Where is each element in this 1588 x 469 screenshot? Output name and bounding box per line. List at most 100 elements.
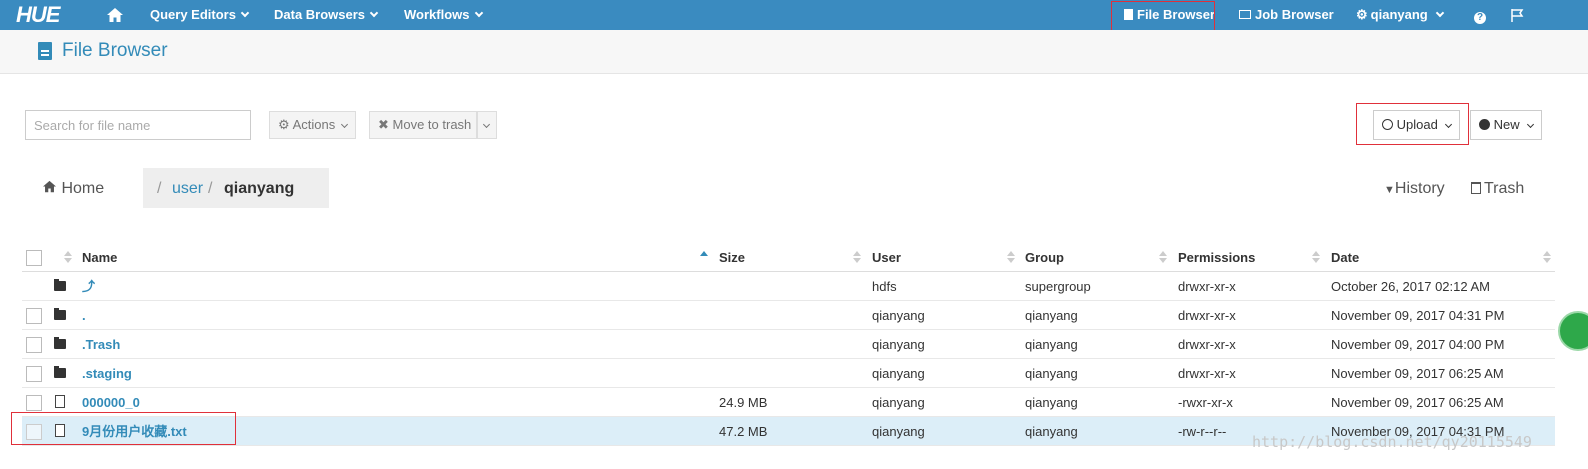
sort-icon[interactable] [853, 251, 861, 265]
file-permissions: -rw-r--r-- [1178, 424, 1227, 439]
sort-icon[interactable] [64, 251, 72, 265]
header-size[interactable]: Size [719, 243, 745, 272]
nav-job-browser-label: Job Browser [1255, 7, 1334, 22]
table-row[interactable]: 000000_0 24.9 MB qianyang qianyang -rwxr… [22, 388, 1555, 417]
breadcrumb-home[interactable]: Home [42, 180, 104, 198]
header-user[interactable]: User [872, 243, 901, 272]
actions-button[interactable]: ⚙ Actions [269, 111, 357, 139]
sort-icon[interactable] [1312, 251, 1320, 265]
floating-badge[interactable] [1558, 311, 1588, 351]
file-size: 24.9 MB [719, 395, 768, 410]
file-group: qianyang [1025, 424, 1078, 439]
breadcrumb-separator: / [208, 180, 213, 197]
flag-icon[interactable] [1511, 0, 1524, 30]
trash-button[interactable]: Trash [1471, 180, 1524, 198]
nav-workflows[interactable]: Workflows [404, 0, 483, 30]
table-row[interactable]: ⤴ hdfs supergroup drwxr-xr-x October 26,… [22, 272, 1555, 301]
times-icon: ✖ [378, 117, 389, 132]
nav-query-editors-label: Query Editors [150, 7, 236, 22]
file-group: supergroup [1025, 279, 1091, 294]
new-button[interactable]: New [1470, 110, 1542, 140]
header-permissions[interactable]: Permissions [1178, 243, 1255, 272]
gear-icon: ⚙ [278, 117, 290, 132]
hue-logo[interactable]: HUE [16, 0, 60, 30]
file-name-link[interactable]: .Trash [82, 330, 120, 359]
move-to-trash-button[interactable]: ✖ Move to trash [369, 111, 477, 139]
folder-icon [54, 337, 66, 349]
chevron-down-icon [482, 120, 491, 129]
chevron-down-icon [369, 8, 379, 18]
file-name-link[interactable]: .staging [82, 359, 132, 388]
file-date: October 26, 2017 02:12 AM [1331, 279, 1490, 294]
nav-job-browser[interactable]: Job Browser [1239, 0, 1334, 30]
actions-label: Actions [292, 117, 336, 132]
header-group[interactable]: Group [1025, 243, 1064, 272]
nav-data-browsers-label: Data Browsers [274, 7, 366, 22]
annotation-box [11, 412, 236, 445]
top-navbar: HUE Query Editors Data Browsers Workflow… [0, 0, 1588, 30]
chevron-down-icon [1526, 120, 1534, 129]
folder-icon [54, 279, 66, 291]
home-icon[interactable] [106, 0, 124, 30]
nav-query-editors[interactable]: Query Editors [150, 0, 250, 30]
file-user: qianyang [872, 366, 925, 381]
help-icon[interactable]: ? [1474, 0, 1486, 30]
table-header: Name Size User Group Permissions Date [22, 243, 1555, 272]
select-all-checkbox[interactable] [26, 250, 42, 266]
breadcrumb-user[interactable]: user [172, 180, 203, 198]
plus-circle-icon [1479, 119, 1490, 130]
row-checkbox[interactable] [26, 308, 42, 324]
sort-icon[interactable] [1159, 251, 1167, 265]
file-user: hdfs [872, 279, 897, 294]
list-icon [1239, 10, 1251, 19]
file-permissions: -rwxr-xr-x [1178, 395, 1233, 410]
new-label: New [1493, 117, 1520, 132]
sort-asc-icon[interactable] [700, 251, 708, 265]
table-row[interactable]: . qianyang qianyang drwxr-xr-x November … [22, 301, 1555, 330]
chevron-down-icon [240, 8, 250, 18]
breadcrumb[interactable]: / user / qianyang [143, 168, 329, 208]
file-icon [55, 395, 65, 408]
sort-icon[interactable] [1007, 251, 1015, 265]
file-permissions: drwxr-xr-x [1178, 308, 1236, 323]
file-group: qianyang [1025, 308, 1078, 323]
cogs-icon: ⚙ [1356, 7, 1368, 22]
breadcrumb-home-label: Home [61, 180, 105, 197]
chevron-down-icon [341, 120, 349, 129]
file-date: November 09, 2017 06:25 AM [1331, 395, 1504, 410]
breadcrumb-separator: / [157, 180, 162, 197]
table-row[interactable]: .staging qianyang qianyang drwxr-xr-x No… [22, 359, 1555, 388]
caret-down-icon: ▼ [1384, 184, 1395, 196]
search-input[interactable] [25, 110, 251, 140]
header-date[interactable]: Date [1331, 243, 1359, 272]
nav-data-browsers[interactable]: Data Browsers [274, 0, 379, 30]
history-label: History [1394, 180, 1445, 197]
header-name[interactable]: Name [82, 243, 117, 272]
sort-icon[interactable] [1543, 251, 1551, 265]
file-group: qianyang [1025, 366, 1078, 381]
row-checkbox[interactable] [26, 337, 42, 353]
move-to-trash-dropdown[interactable] [477, 111, 497, 139]
trash-label: Trash [1484, 180, 1525, 197]
file-name-link[interactable]: . [82, 301, 86, 330]
nav-user-menu[interactable]: ⚙ qianyang [1356, 0, 1444, 30]
file-permissions: drwxr-xr-x [1178, 366, 1236, 381]
row-checkbox[interactable] [26, 366, 42, 382]
file-user: qianyang [872, 424, 925, 439]
file-group: qianyang [1025, 337, 1078, 352]
table-row[interactable]: .Trash qianyang qianyang drwxr-xr-x Nove… [22, 330, 1555, 359]
document-icon [38, 42, 52, 60]
move-to-trash-label: Move to trash [392, 117, 472, 132]
annotation-box [1111, 1, 1215, 33]
nav-workflows-label: Workflows [404, 7, 470, 22]
file-name-link[interactable]: ⤴ [82, 272, 95, 301]
home-icon [43, 180, 56, 193]
file-user: qianyang [872, 337, 925, 352]
breadcrumb-current[interactable]: qianyang [224, 180, 294, 198]
history-button[interactable]: ▼History [1384, 180, 1445, 198]
page-header: File Browser [0, 30, 1588, 74]
file-date: November 09, 2017 06:25 AM [1331, 366, 1504, 381]
file-size: 47.2 MB [719, 424, 768, 439]
file-permissions: drwxr-xr-x [1178, 337, 1236, 352]
row-checkbox[interactable] [26, 395, 42, 411]
